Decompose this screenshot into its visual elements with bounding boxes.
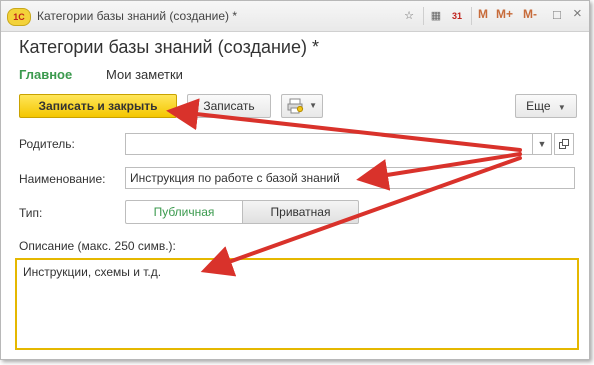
name-label: Наименование: xyxy=(19,172,106,186)
more-button[interactable]: Еще ▼ xyxy=(515,94,577,118)
memory-plus-button[interactable]: M+ xyxy=(496,7,513,21)
calculator-icon[interactable]: ▦ xyxy=(429,8,443,24)
window-title: Категории базы знаний (создание) * xyxy=(37,9,237,23)
print-button[interactable]: ▼ xyxy=(281,94,323,118)
tab-main[interactable]: Главное xyxy=(19,67,72,82)
toolbar-separator xyxy=(471,7,472,25)
close-icon[interactable]: × xyxy=(573,5,582,22)
parent-label: Родитель: xyxy=(19,137,75,151)
open-window-icon xyxy=(559,139,569,149)
chevron-down-icon: ▼ xyxy=(557,103,566,112)
parent-dropdown-button[interactable]: ▼ xyxy=(532,133,552,155)
toolbar-separator xyxy=(423,7,424,25)
more-button-label: Еще xyxy=(526,99,551,113)
print-icon xyxy=(287,98,304,114)
parent-open-button[interactable] xyxy=(554,133,574,155)
star-icon[interactable]: ☆ xyxy=(401,8,417,24)
save-button[interactable]: Записать xyxy=(187,94,271,118)
description-field[interactable]: Инструкции, схемы и т.д. xyxy=(15,258,579,350)
form-window: 1С Категории базы знаний (создание) * ☆ … xyxy=(0,0,590,360)
page-title: Категории базы знаний (создание) * xyxy=(19,37,319,57)
app-logo: 1С xyxy=(7,8,31,26)
parent-field[interactable] xyxy=(125,133,533,155)
maximize-icon[interactable]: □ xyxy=(553,7,561,22)
window-titlebar: 1С Категории базы знаний (создание) * ☆ … xyxy=(1,1,589,32)
save-and-close-button[interactable]: Записать и закрыть xyxy=(19,94,177,118)
chevron-down-icon: ▼ xyxy=(309,101,317,110)
type-label: Тип: xyxy=(19,206,43,220)
memory-minus-button[interactable]: M- xyxy=(523,7,537,21)
calendar-icon[interactable]: 31 xyxy=(449,8,465,24)
description-label: Описание (макс. 250 симв.): xyxy=(19,239,176,253)
name-field[interactable]: Инструкция по работе с базой знаний xyxy=(125,167,575,189)
type-option-private[interactable]: Приватная xyxy=(242,200,359,224)
memory-button[interactable]: M xyxy=(478,7,488,21)
tab-my-notes[interactable]: Мои заметки xyxy=(106,67,183,82)
type-option-public[interactable]: Публичная xyxy=(125,200,243,224)
chevron-down-icon: ▼ xyxy=(537,139,547,149)
